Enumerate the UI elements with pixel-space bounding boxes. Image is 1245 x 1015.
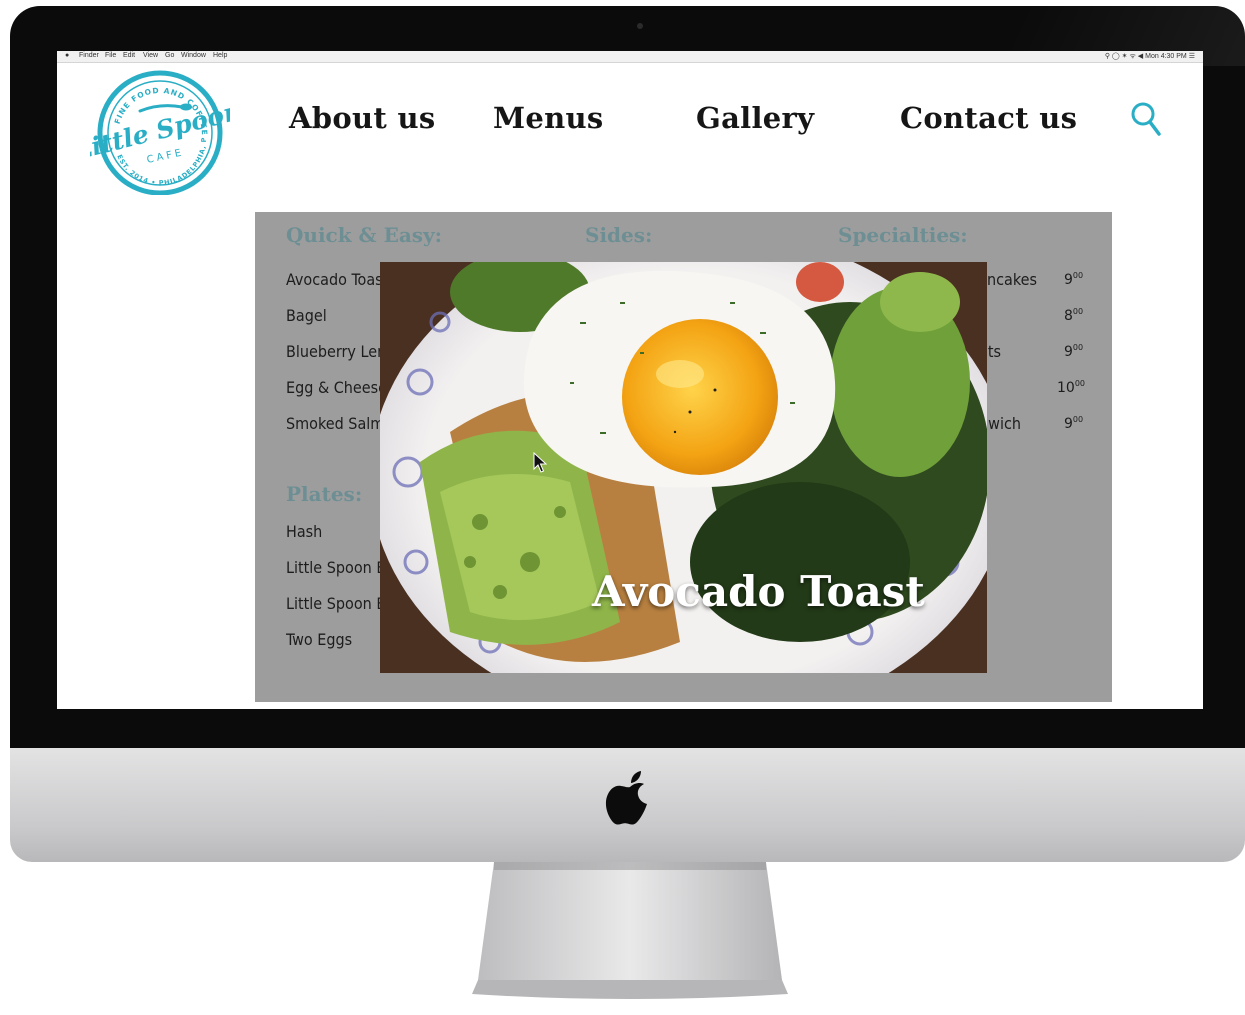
monitor-stand (472, 862, 788, 999)
menu-item-bagel[interactable]: Bagel (286, 306, 327, 325)
os-menubar: ● Finder File Edit View Go Window Help ⚲… (57, 51, 1203, 63)
menu-item-avocado-toast[interactable]: Avocado Toast (286, 270, 380, 289)
menu-item-biscuits[interactable]: Biscuits (987, 342, 1001, 361)
section-plates: Plates: (286, 482, 363, 506)
menubar-item-finder[interactable]: Finder (79, 52, 99, 59)
menubar-item-view[interactable]: View (143, 52, 158, 59)
menu-item-little-spoon-1[interactable]: Little Spoon Breakfast (286, 558, 380, 577)
nav-about-us[interactable]: About us (289, 101, 436, 135)
menubar-item-go[interactable]: Go (165, 52, 174, 59)
popup-caption: Avocado Toast (592, 567, 925, 616)
apple-menu-icon[interactable]: ● (65, 52, 69, 59)
menubar-item-file[interactable]: File (105, 52, 116, 59)
apple-logo-icon (605, 771, 647, 825)
price-3: 900 (1064, 343, 1084, 360)
dish-popup[interactable]: Avocado Toast (380, 262, 987, 673)
logo-sub: CAFE (146, 147, 185, 166)
menubar-status: ⚲ ◯ ✶ ᯤ ◀ Mon 4:30 PM ☰ (1104, 53, 1195, 60)
price-4: 1000 (1057, 379, 1086, 396)
menu-item-smoked-salmon[interactable]: Smoked Salmon (286, 414, 380, 433)
menu-item-egg-cheese[interactable]: Egg & Cheese (286, 378, 380, 397)
price-1: 900 (1064, 271, 1084, 288)
menu-item-two-eggs[interactable]: Two Eggs (286, 630, 352, 649)
menu-panel: Quick & Easy: Sides: Specialties: Avocad… (255, 212, 1112, 702)
nav-menus[interactable]: Menus (493, 101, 604, 135)
mouse-cursor-icon (533, 452, 547, 473)
menubar-item-window[interactable]: Window (181, 52, 206, 59)
search-icon[interactable] (1130, 101, 1162, 137)
nav-contact-us[interactable]: Contact us (900, 101, 1077, 135)
screen: ● Finder File Edit View Go Window Help ⚲… (57, 51, 1203, 709)
little-spoon-logo[interactable]: FINE FOOD AND COFFEE EST. 2014 • PHILADE… (90, 67, 230, 195)
menu-item-sandwich[interactable]: Sandwich (987, 414, 1021, 433)
section-specialties: Specialties: (838, 223, 968, 247)
menu-item-pancakes[interactable]: Pancakes (987, 270, 1037, 289)
section-sides: Sides: (585, 223, 653, 247)
spoon-icon (138, 104, 184, 113)
menu-item-hash[interactable]: Hash (286, 522, 322, 541)
section-quick-easy: Quick & Easy: (286, 223, 443, 247)
menu-item-little-spoon-2[interactable]: Little Spoon Benedict (286, 594, 380, 613)
menubar-item-edit[interactable]: Edit (123, 52, 135, 59)
price-2: 800 (1064, 307, 1084, 324)
price-5: 900 (1064, 415, 1084, 432)
menubar-item-help[interactable]: Help (213, 52, 227, 59)
camera-dot (637, 23, 643, 29)
menu-item-blueberry[interactable]: Blueberry Lemon Loaf (286, 342, 380, 361)
nav-gallery[interactable]: Gallery (696, 101, 814, 135)
